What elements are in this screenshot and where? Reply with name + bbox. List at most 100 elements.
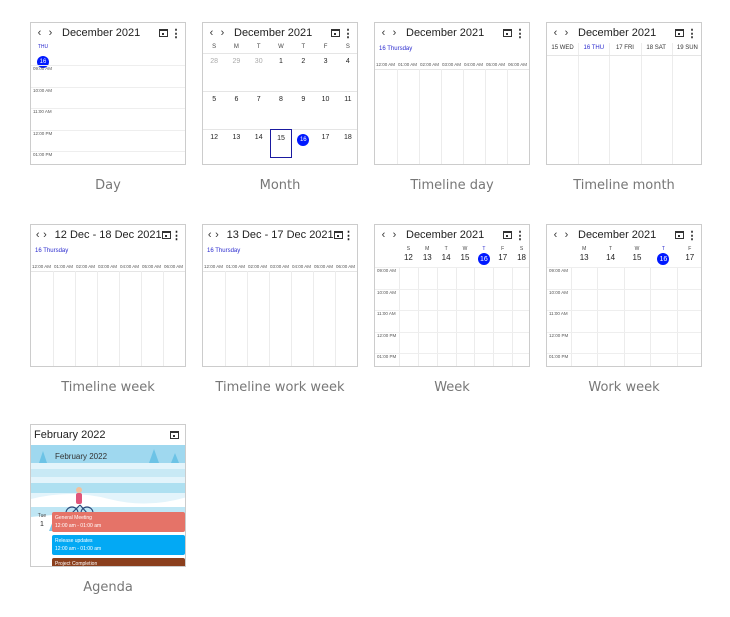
date-cell[interactable]: 14 (597, 253, 623, 262)
appointment[interactable]: General Meeting 12:00 am - 01:00 am (52, 512, 185, 532)
header-title[interactable]: 13 Dec - 17 Dec 2021 (227, 229, 334, 241)
date-label: 16 Thursday (207, 248, 241, 254)
header-title[interactable]: December 2021 (578, 229, 656, 241)
more-icon[interactable]: ⋮ (171, 229, 182, 242)
timeline-week-card: ‹ › 12 Dec - 18 Dec 2021 ⋮ 16 Thursday 1… (30, 224, 186, 367)
calendar-icon[interactable] (672, 228, 686, 242)
more-icon[interactable]: ⋮ (514, 27, 526, 40)
date-number: 14 (606, 253, 616, 262)
date-cell[interactable]: 18 (512, 253, 529, 262)
previous-icon[interactable]: ‹ (378, 27, 389, 39)
month-view-card: ‹ › December 2021 ⋮ S M T W T F S 28 29 30 1 2 3 4 5 6 7… (202, 22, 358, 165)
header-title[interactable]: February 2022 (34, 429, 106, 441)
month-cell[interactable]: 8 (270, 91, 292, 129)
month-cell[interactable]: 18 (337, 129, 357, 164)
hour-label: 04:00 AM (464, 62, 484, 67)
month-cell[interactable]: 30 (248, 53, 270, 91)
day-view-card: ‹ › December 2021 ⋮ THU 16 09:00 AM 10:00… (30, 22, 186, 165)
more-icon[interactable]: ⋮ (686, 229, 698, 242)
date-cell[interactable]: 17 (493, 253, 512, 262)
appointment[interactable]: Project Completion (52, 558, 185, 566)
month-cell[interactable]: 7 (248, 91, 270, 129)
header-title[interactable]: December 2021 (578, 27, 656, 39)
previous-icon[interactable]: ‹ (550, 27, 561, 39)
calendar-icon[interactable] (333, 228, 343, 242)
next-icon[interactable]: › (213, 229, 220, 241)
hour-grid-line (269, 271, 270, 366)
date-cell[interactable]: 16 (474, 253, 493, 265)
header-title[interactable]: December 2021 (406, 229, 484, 241)
month-cell[interactable]: 29 (225, 53, 247, 91)
appointment[interactable]: Release updates 12:00 am - 01:00 am (52, 535, 185, 555)
header-title[interactable]: December 2021 (62, 27, 140, 39)
day-grid-line (676, 267, 678, 366)
caption-week: Week (434, 380, 470, 395)
date-cell[interactable]: 13 (571, 253, 597, 262)
header-title[interactable]: 12 Dec - 18 Dec 2021 (55, 229, 162, 241)
month-cell[interactable]: 6 (225, 91, 247, 129)
header-title[interactable]: December 2021 (234, 27, 312, 39)
previous-icon[interactable]: ‹ (206, 229, 213, 241)
previous-icon[interactable]: ‹ (34, 229, 41, 241)
next-icon[interactable]: › (561, 27, 572, 39)
month-cell[interactable]: 4 (337, 53, 357, 91)
date-cell[interactable]: 17 (677, 253, 701, 262)
time-label: 10:00 AM (33, 87, 53, 93)
calendar-icon[interactable] (167, 428, 181, 442)
day-grid-line (671, 43, 673, 164)
next-icon[interactable]: › (389, 27, 400, 39)
banner-title: February 2022 (55, 452, 108, 461)
previous-icon[interactable]: ‹ (550, 229, 561, 241)
calendar-icon[interactable] (328, 26, 342, 40)
date-cell[interactable]: 15 (624, 253, 650, 262)
month-cell[interactable]: 13 (225, 129, 247, 164)
more-icon[interactable]: ⋮ (170, 27, 182, 40)
weekday-label: M (582, 246, 587, 252)
previous-icon[interactable]: ‹ (34, 27, 45, 39)
previous-icon[interactable]: ‹ (378, 229, 389, 241)
month-cell[interactable]: 2 (292, 53, 314, 91)
next-icon[interactable]: › (41, 229, 48, 241)
day-number: 28 (210, 58, 219, 65)
month-cell[interactable]: 15 (269, 129, 293, 158)
day-grid-line (578, 43, 580, 164)
month-cell[interactable]: 5 (203, 91, 225, 129)
agenda-day-number[interactable]: 1 (35, 521, 49, 528)
date-cell[interactable]: 12 (399, 253, 418, 262)
date-cell[interactable]: 14 (437, 253, 456, 262)
calendar-icon[interactable] (161, 228, 171, 242)
previous-icon[interactable]: ‹ (206, 27, 217, 39)
date-cell[interactable]: 13 (418, 253, 437, 262)
calendar-icon[interactable] (156, 26, 170, 40)
next-icon[interactable]: › (389, 229, 400, 241)
more-icon[interactable]: ⋮ (686, 27, 698, 40)
next-icon[interactable]: › (45, 27, 56, 39)
hour-label: 01:00 AM (398, 62, 418, 67)
calendar-icon[interactable] (500, 228, 514, 242)
month-cell[interactable]: 17 (314, 129, 336, 164)
month-cell[interactable]: 3 (314, 53, 336, 91)
calendar-icon[interactable] (500, 26, 514, 40)
hour-grid-line (485, 69, 486, 164)
more-icon[interactable]: ⋮ (514, 229, 526, 242)
more-icon[interactable]: ⋮ (343, 229, 354, 242)
day-number: 5 (212, 96, 217, 103)
next-icon[interactable]: › (561, 229, 572, 241)
header-title[interactable]: December 2021 (406, 27, 484, 39)
month-cell[interactable]: 28 (203, 53, 225, 91)
month-cell[interactable]: 9 (292, 91, 314, 129)
next-icon[interactable]: › (217, 27, 228, 39)
calendar-icon[interactable] (672, 26, 686, 40)
month-cell[interactable]: 11 (337, 91, 357, 129)
time-label: 01:00 PM (33, 152, 53, 157)
weekday-label: S (345, 44, 350, 50)
month-cell[interactable]: 14 (248, 129, 270, 164)
month-cell[interactable]: 10 (314, 91, 336, 129)
date-cell[interactable]: 15 (456, 253, 475, 262)
month-cell[interactable]: 12 (203, 129, 225, 164)
month-cell[interactable]: 1 (270, 53, 292, 91)
month-cell[interactable]: 16 (292, 129, 314, 164)
time-grid-line (31, 65, 185, 66)
date-cell[interactable]: 16 (650, 253, 676, 265)
more-icon[interactable]: ⋮ (342, 27, 354, 40)
